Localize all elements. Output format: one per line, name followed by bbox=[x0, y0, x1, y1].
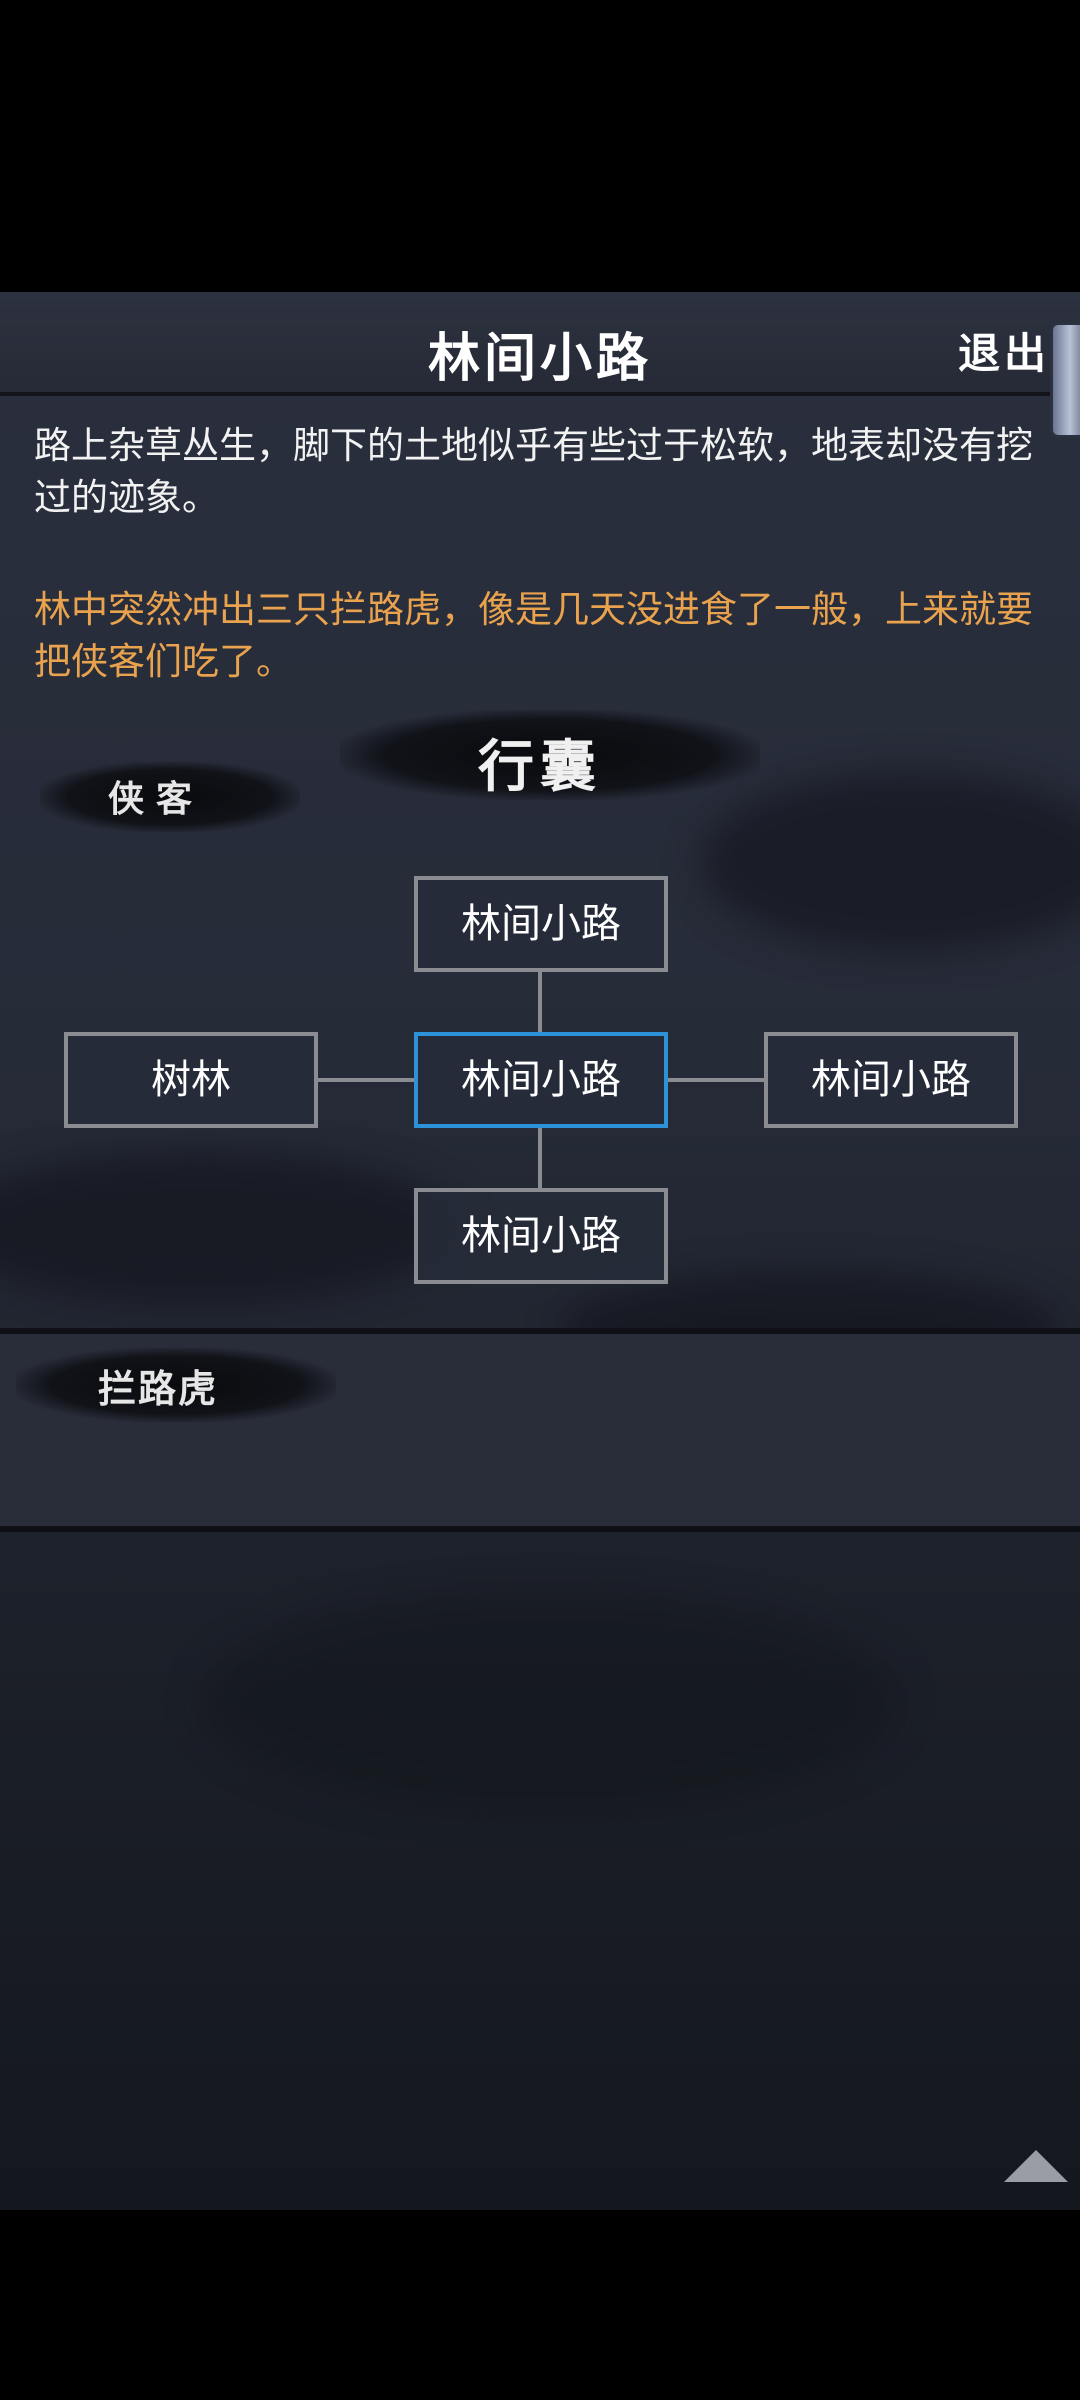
scroll-ornament-icon bbox=[1050, 322, 1080, 438]
map-link-south bbox=[538, 1126, 542, 1188]
map-node-north[interactable]: 林间小路 bbox=[414, 876, 668, 972]
divider bbox=[0, 1526, 1080, 1532]
map-node-south[interactable]: 林间小路 bbox=[414, 1188, 668, 1284]
map-link-east bbox=[666, 1078, 764, 1082]
page-title: 林间小路 bbox=[427, 328, 652, 389]
scene-description: 路上杂草丛生，脚下的土地似乎有些过于松软，地表却没有挖过的迹象。 bbox=[34, 424, 1033, 519]
heroes-label: 侠客 bbox=[108, 778, 205, 820]
map-link-north bbox=[538, 972, 542, 1034]
exit-button[interactable]: 退出 bbox=[958, 320, 1050, 381]
map-node-east[interactable]: 林间小路 bbox=[764, 1032, 1018, 1128]
event-description: 林中突然冲出三只拦路虎，像是几天没进食了一般，上来就要把侠客们吃了。 bbox=[34, 588, 1033, 683]
map-link-west bbox=[316, 1078, 414, 1082]
ink-cloud bbox=[0, 1152, 460, 1302]
ink-cloud bbox=[200, 1592, 900, 1812]
scroll-up-icon[interactable] bbox=[1004, 2150, 1068, 2182]
map-node-west[interactable]: 树林 bbox=[64, 1032, 318, 1128]
screen: 林间小路 退出 路上杂草丛生，脚下的土地似乎有些过于松软，地表却没有挖过的迹象。… bbox=[0, 0, 1080, 2400]
map-node-current[interactable]: 林间小路 bbox=[414, 1032, 668, 1128]
bag-button[interactable]: 行囊 bbox=[478, 722, 602, 803]
enemy-label: 拦路虎 bbox=[98, 1366, 219, 1411]
game-view: 林间小路 退出 路上杂草丛生，脚下的土地似乎有些过于松软，地表却没有挖过的迹象。… bbox=[0, 292, 1080, 2210]
